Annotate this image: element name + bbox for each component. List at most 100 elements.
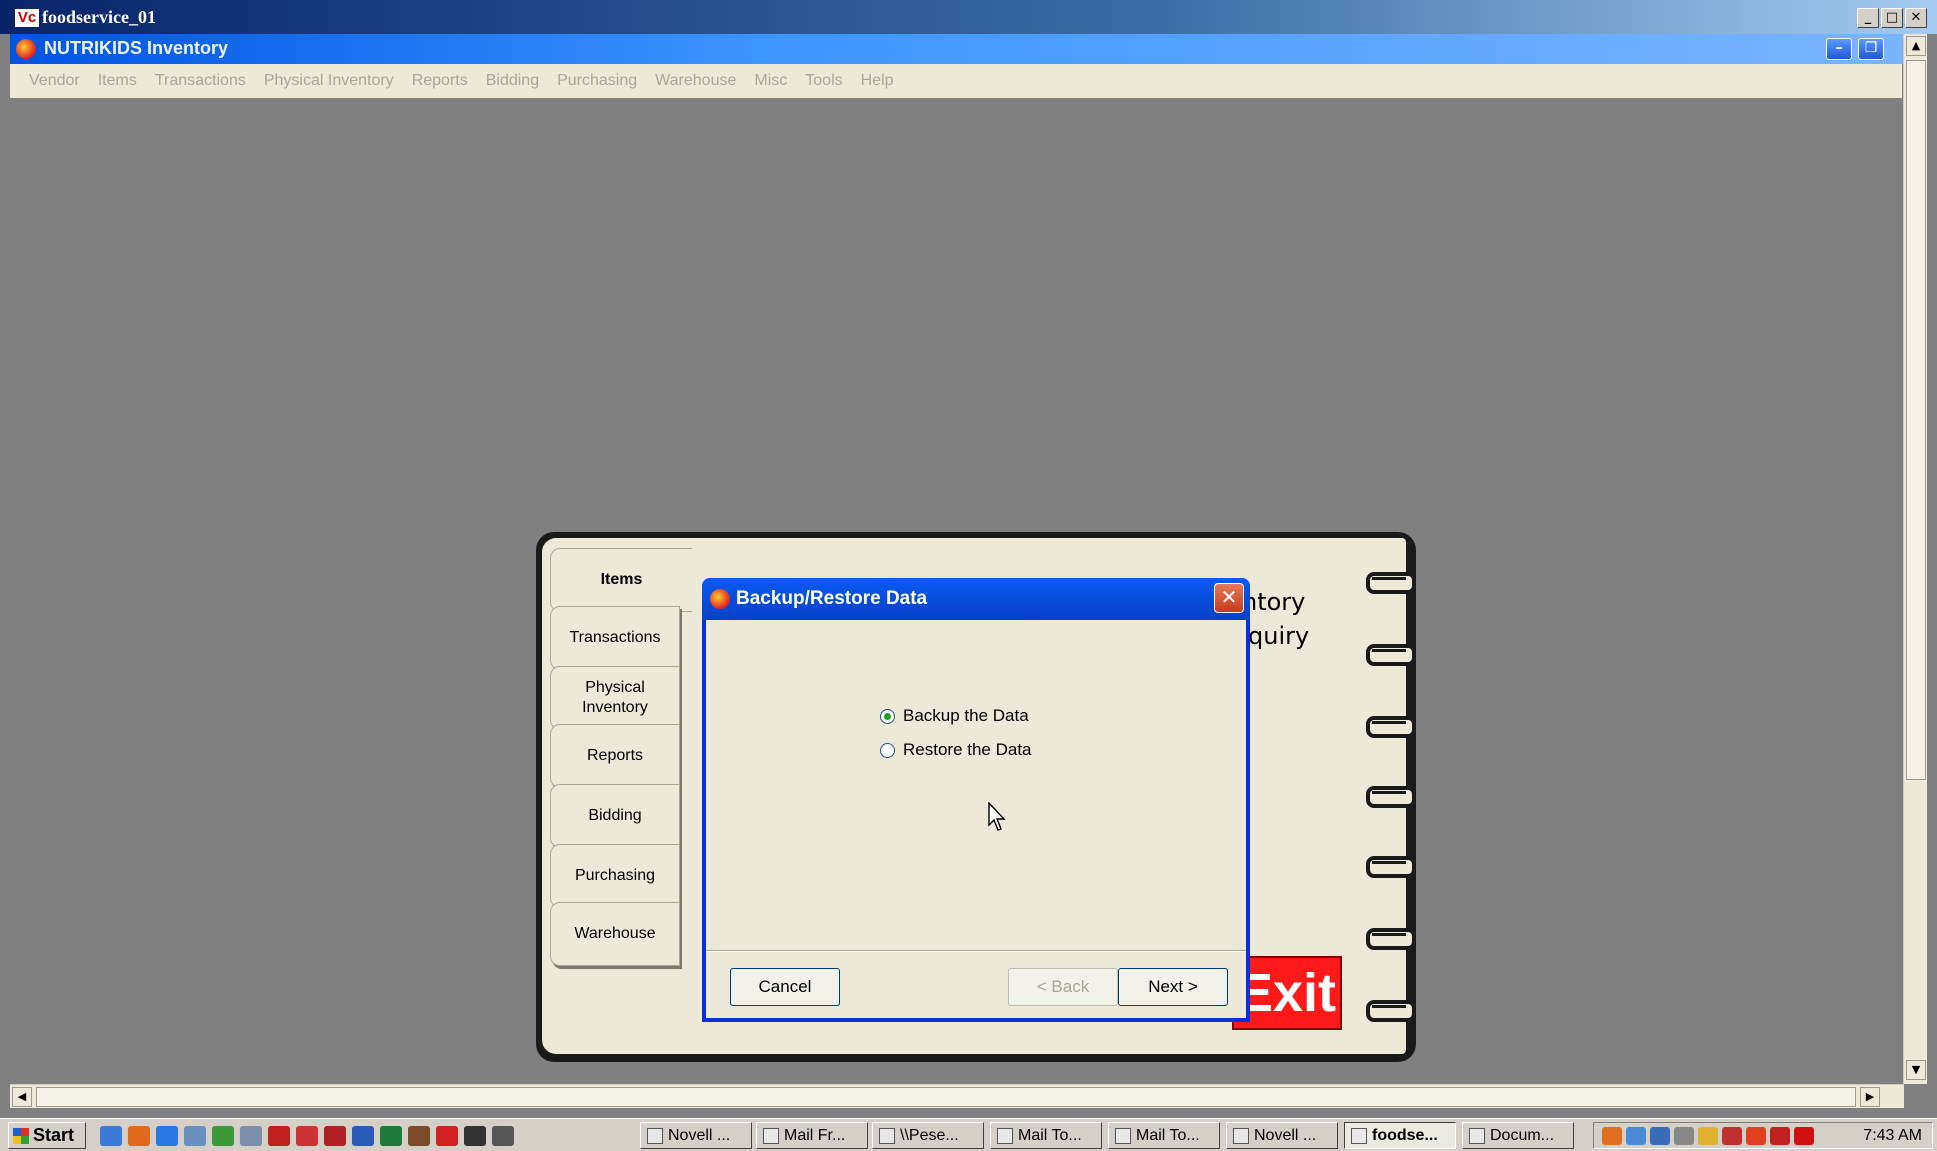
messenger-icon[interactable] xyxy=(212,1126,234,1146)
taskbar-button[interactable]: Mail Fr... xyxy=(756,1122,868,1149)
menu-misc[interactable]: Misc xyxy=(745,72,796,90)
nutrikids-apple-icon xyxy=(710,589,730,609)
tab-reports[interactable]: Reports xyxy=(550,724,680,788)
tray-network-icon[interactable] xyxy=(1650,1126,1670,1145)
tray-search-icon[interactable] xyxy=(1674,1126,1694,1145)
app-minimize-button[interactable]: – xyxy=(1826,38,1852,60)
window-maximize-button[interactable]: □ xyxy=(1881,8,1903,28)
task-label: \\Pese... xyxy=(900,1126,959,1144)
horizontal-scroll-thumb[interactable] xyxy=(36,1087,1856,1107)
taskbar: Start Novell ... Mail Fr... \\Pese... Mail … xyxy=(0,1118,1937,1151)
tray-globe-icon[interactable] xyxy=(1626,1126,1646,1145)
task-app-icon xyxy=(1115,1127,1131,1144)
menu-tools[interactable]: Tools xyxy=(796,72,851,90)
window-minimize-button[interactable]: _ xyxy=(1857,8,1879,28)
start-button[interactable]: Start xyxy=(8,1122,86,1149)
ie-icon[interactable] xyxy=(156,1126,178,1146)
menu-transactions[interactable]: Transactions xyxy=(146,72,255,90)
cancel-button[interactable]: Cancel xyxy=(730,968,840,1006)
app-title-bar[interactable]: NUTRIKIDS Inventory – ❐ xyxy=(10,34,1912,64)
restore-radio[interactable] xyxy=(880,742,895,758)
scroll-right-button[interactable]: ▶ xyxy=(1860,1087,1880,1107)
tab-physical-inventory[interactable]: Physical Inventory xyxy=(550,666,680,730)
menu-vendor[interactable]: Vendor xyxy=(20,72,89,90)
tray-nutrikids-icon[interactable] xyxy=(1746,1126,1766,1145)
taskbar-button[interactable]: foodse... xyxy=(1344,1122,1456,1149)
taskbar-button[interactable]: \\Pese... xyxy=(872,1122,984,1149)
tray-novell-icon[interactable] xyxy=(1794,1126,1814,1145)
network-icon[interactable] xyxy=(184,1126,206,1146)
page-text-inventory[interactable]: ntory xyxy=(1242,588,1305,616)
vertical-scroll-thumb[interactable] xyxy=(1906,60,1926,780)
vc-logo-icon: Vc xyxy=(14,8,40,28)
dialog-title-bar[interactable]: Backup/Restore Data ✕ xyxy=(702,578,1250,620)
tab-transactions[interactable]: Transactions xyxy=(550,606,680,670)
binder-ring xyxy=(1366,922,1416,950)
outlook-icon[interactable] xyxy=(100,1126,122,1146)
taskbar-button[interactable]: Mail To... xyxy=(990,1122,1102,1149)
tab-purchasing[interactable]: Purchasing xyxy=(550,844,680,908)
binder-ring xyxy=(1366,850,1416,878)
task-label: Mail To... xyxy=(1136,1126,1200,1144)
film-icon[interactable] xyxy=(464,1126,486,1146)
excel-icon[interactable] xyxy=(380,1126,402,1146)
menu-reports[interactable]: Reports xyxy=(403,72,477,90)
backup-option[interactable]: Backup the Data xyxy=(880,706,1029,726)
window-close-button[interactable]: ✕ xyxy=(1905,8,1927,28)
tray-chart-icon[interactable] xyxy=(1722,1126,1742,1145)
scroll-left-button[interactable]: ◀ xyxy=(12,1087,32,1107)
tab-bidding[interactable]: Bidding xyxy=(550,784,680,848)
taskbar-button[interactable]: Novell ... xyxy=(1226,1122,1338,1149)
tray-vc-icon[interactable] xyxy=(1770,1126,1790,1145)
window-title-bar[interactable]: Vc foodservice_01 _ □ ✕ xyxy=(0,0,1937,34)
firefox-icon[interactable] xyxy=(128,1126,150,1146)
word-icon[interactable] xyxy=(352,1126,374,1146)
taskbar-button[interactable]: Docum... xyxy=(1462,1122,1574,1149)
menu-items[interactable]: Items xyxy=(89,72,146,90)
task-app-icon xyxy=(763,1127,779,1144)
tab-warehouse[interactable]: Warehouse xyxy=(550,902,680,966)
menu-physical-inventory[interactable]: Physical Inventory xyxy=(255,72,403,90)
task-label: Docum... xyxy=(1490,1126,1555,1144)
nutrikids-apple-icon xyxy=(16,39,36,59)
vertical-scrollbar[interactable]: ▲ ▼ xyxy=(1903,34,1927,1084)
start-label: Start xyxy=(33,1125,75,1145)
taskbar-button[interactable]: Novell ... xyxy=(640,1122,752,1149)
novell-icon[interactable] xyxy=(296,1126,318,1146)
menu-bidding[interactable]: Bidding xyxy=(477,72,548,90)
tab-items[interactable]: Items xyxy=(550,548,692,612)
vc-icon[interactable] xyxy=(268,1126,290,1146)
tray-folder-icon[interactable] xyxy=(1698,1126,1718,1145)
tool-icon[interactable] xyxy=(408,1126,430,1146)
printer-icon[interactable] xyxy=(492,1126,514,1146)
task-label: Novell ... xyxy=(668,1126,731,1144)
menu-purchasing[interactable]: Purchasing xyxy=(548,72,646,90)
menu-warehouse[interactable]: Warehouse xyxy=(646,72,745,90)
page-text-inquiry[interactable]: quiry xyxy=(1248,622,1309,650)
computer-icon[interactable] xyxy=(240,1126,262,1146)
task-app-icon xyxy=(1233,1127,1249,1144)
back-button[interactable]: < Back xyxy=(1008,968,1118,1006)
menu-help[interactable]: Help xyxy=(852,72,903,90)
dialog-close-button[interactable]: ✕ xyxy=(1214,583,1244,613)
tc-icon[interactable] xyxy=(436,1126,458,1146)
taskbar-button[interactable]: Mail To... xyxy=(1108,1122,1220,1149)
scroll-down-button[interactable]: ▼ xyxy=(1906,1060,1926,1080)
app-title: NUTRIKIDS Inventory xyxy=(44,38,229,58)
window-title: foodservice_01 xyxy=(42,7,156,27)
binder-ring xyxy=(1366,566,1416,594)
backup-radio[interactable] xyxy=(880,708,895,724)
task-app-icon xyxy=(879,1127,895,1144)
acrobat-icon[interactable] xyxy=(324,1126,346,1146)
binder-ring xyxy=(1366,638,1416,666)
tray-alert-icon[interactable] xyxy=(1602,1126,1622,1145)
system-tray: 7:43 AM xyxy=(1593,1122,1933,1149)
restore-option[interactable]: Restore the Data xyxy=(880,740,1032,760)
horizontal-scrollbar[interactable]: ◀ ▶ xyxy=(10,1084,1904,1108)
next-button[interactable]: Next > xyxy=(1118,968,1228,1006)
app-restore-button[interactable]: ❐ xyxy=(1858,38,1884,60)
dialog-title: Backup/Restore Data xyxy=(736,588,928,609)
binder-ring xyxy=(1366,780,1416,808)
radio-label: Backup the Data xyxy=(903,706,1029,725)
scroll-up-button[interactable]: ▲ xyxy=(1906,36,1926,56)
